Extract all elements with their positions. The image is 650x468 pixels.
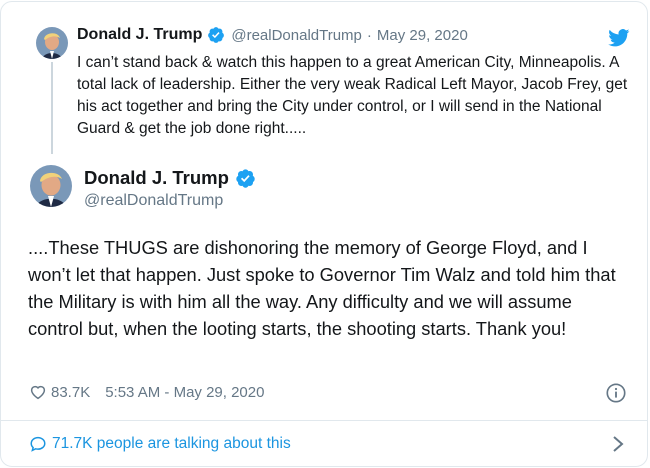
parent-author-handle[interactable]: @realDonaldTrump: [231, 27, 362, 44]
parent-tweet-text: I can’t stand back & watch this happen t…: [77, 54, 628, 137]
thread-connector: [51, 62, 53, 154]
parent-author-name[interactable]: Donald J. Trump: [77, 26, 202, 44]
speech-bubble-icon: [30, 436, 46, 452]
tweet-meta: 83.7K 5:53 AM - May 29, 2020: [29, 383, 264, 401]
author-name[interactable]: Donald J. Trump: [84, 167, 229, 189]
parent-avatar[interactable]: [36, 27, 68, 59]
chevron-right-icon[interactable]: [611, 434, 625, 454]
twitter-bird-icon[interactable]: [608, 29, 630, 47]
tweet-timestamp[interactable]: 5:53 AM - May 29, 2020: [105, 384, 264, 401]
author-avatar[interactable]: [30, 165, 72, 207]
tweet-text: ....These THUGS are dishonoring the memo…: [28, 237, 616, 339]
conversation-link[interactable]: 71.7K people are talking about this: [29, 435, 291, 453]
header-separator: ·: [366, 26, 372, 44]
embedded-tweet-card: Donald J. Trump @realDonaldTrump · May 2…: [0, 1, 648, 467]
author-name-row: Donald J. Trump: [84, 167, 256, 189]
like-count[interactable]: 83.7K: [51, 384, 90, 401]
conversation-count-text: 71.7K people are talking about this: [52, 435, 291, 452]
parent-date[interactable]: May 29, 2020: [377, 27, 468, 44]
heart-icon[interactable]: [29, 383, 47, 401]
author-handle[interactable]: @realDonaldTrump: [84, 192, 223, 210]
footer-divider: [1, 420, 647, 421]
parent-tweet[interactable]: Donald J. Trump @realDonaldTrump · May 2…: [1, 2, 647, 162]
parent-header: Donald J. Trump @realDonaldTrump · May 2…: [77, 26, 468, 44]
verified-badge-icon: [236, 168, 255, 188]
info-icon[interactable]: [605, 382, 627, 404]
verified-badge-icon: [208, 27, 225, 43]
